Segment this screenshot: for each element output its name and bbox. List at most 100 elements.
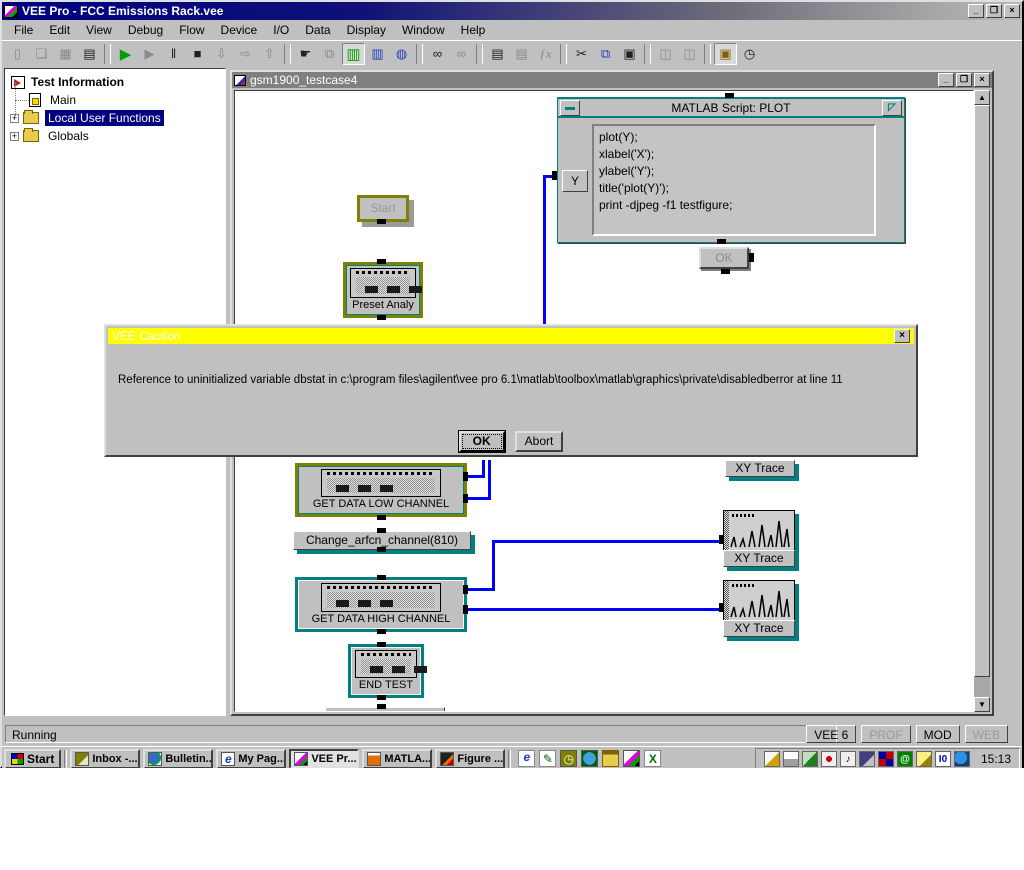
child-titlebar[interactable]: gsm1900_testcase4 _ ❐ × <box>232 72 992 88</box>
expand-userobject-icon[interactable]: ◫ <box>678 43 701 65</box>
pan-hand-icon[interactable]: ☛ <box>294 43 317 65</box>
show-terminals-icon[interactable]: ▥ <box>342 43 365 65</box>
internet-explorer-icon[interactable] <box>518 750 535 767</box>
xy-trace-object[interactable]: XY Trace <box>723 510 795 567</box>
resume-icon[interactable]: ▶ <box>138 43 161 65</box>
clone-icon[interactable]: ⧉ <box>318 43 341 65</box>
start-object[interactable]: Start <box>357 195 409 222</box>
save-icon[interactable]: ▦ <box>54 43 77 65</box>
scheduler-icon[interactable]: ◷ <box>560 750 577 767</box>
add-terminal-icon[interactable]: ▥ <box>366 43 389 65</box>
volume-icon[interactable]: ♪ <box>840 751 856 767</box>
pause-icon[interactable]: ‖ <box>162 43 185 65</box>
scroll-up-icon[interactable]: ▲ <box>974 90 990 105</box>
globe-icon[interactable] <box>581 750 598 767</box>
matlab-script-titlebar[interactable]: ▬ MATLAB Script: PLOT ◸ <box>558 98 904 118</box>
preset-analy-object[interactable]: Preset Analy <box>343 262 423 318</box>
copy-icon[interactable]: ⧉ <box>594 43 617 65</box>
close-button[interactable]: × <box>1004 4 1020 18</box>
taskbar-clock[interactable]: 15:13 <box>981 752 1011 766</box>
excel-icon[interactable]: X <box>644 750 661 767</box>
menu-display[interactable]: Display <box>339 21 394 39</box>
menu-window[interactable]: Window <box>394 21 453 39</box>
properties-icon[interactable]: ▤ <box>486 43 509 65</box>
at-messenger-icon[interactable]: @ <box>897 751 913 767</box>
menu-flow[interactable]: Flow <box>171 21 212 39</box>
web-globe-icon[interactable]: ◍ <box>390 43 413 65</box>
menu-data[interactable]: Data <box>297 21 338 39</box>
menu-device[interactable]: Device <box>213 21 266 39</box>
get-data-high-channel-object[interactable]: GET DATA HIGH CHANNEL <box>295 577 467 632</box>
scroll-down-icon[interactable]: ▼ <box>974 697 990 712</box>
xy-trace-object[interactable]: XY Trace <box>723 580 795 637</box>
folder-shortcut-icon[interactable] <box>602 750 619 767</box>
modem-icon[interactable] <box>916 751 932 767</box>
caution-close-icon[interactable]: × <box>894 329 910 343</box>
pen-tablet-icon[interactable] <box>802 751 818 767</box>
network-icon[interactable] <box>821 751 837 767</box>
display-settings-icon[interactable] <box>859 751 875 767</box>
timer-icon[interactable]: ◷ <box>738 43 761 65</box>
scrollbar-thumb[interactable] <box>974 105 990 677</box>
main-titlebar[interactable]: VEE Pro - FCC Emissions Rack.vee _ ❐ × <box>2 2 1022 20</box>
task-vee-pro-active[interactable]: VEE Pr... <box>289 749 359 769</box>
cut-icon[interactable]: ✂ <box>570 43 593 65</box>
task-figure[interactable]: Figure ... <box>435 749 505 769</box>
menu-debug[interactable]: Debug <box>120 21 171 39</box>
menu-file[interactable]: File <box>6 21 41 39</box>
menu-edit[interactable]: Edit <box>41 21 78 39</box>
expand-plus-icon[interactable]: + <box>10 132 19 141</box>
menu-view[interactable]: View <box>78 21 120 39</box>
internet-connection-icon[interactable] <box>954 751 970 767</box>
tree-item-main[interactable]: Main <box>5 91 225 109</box>
print-icon[interactable]: ▤ <box>78 43 101 65</box>
menu-io[interactable]: I/O <box>265 21 297 39</box>
paste-icon[interactable]: ▣ <box>618 43 641 65</box>
object-maximize-icon[interactable]: ◸ <box>882 100 902 116</box>
mouse-settings-icon[interactable] <box>783 751 799 767</box>
step-over-icon[interactable]: ⇨ <box>234 43 257 65</box>
find-icon[interactable]: ∞ <box>426 43 449 65</box>
start-button[interactable]: Start <box>4 749 61 769</box>
stop-icon[interactable]: ■ <box>186 43 209 65</box>
function-math-icon[interactable]: ƒx <box>534 43 557 65</box>
input-terminal-y[interactable]: Y <box>562 170 588 192</box>
ok-confirm-object[interactable]: OK <box>699 247 749 269</box>
vee-shortcut-icon[interactable] <box>623 750 640 767</box>
antivirus-shield-icon[interactable] <box>878 751 894 767</box>
matlab-script-object[interactable]: ▬ MATLAB Script: PLOT ◸ Y plot(Y);xlabel… <box>557 97 905 243</box>
caution-ok-button[interactable]: OK <box>459 431 505 452</box>
tree-root-row[interactable]: Test Information <box>5 69 225 91</box>
end-test-object[interactable]: END TEST <box>348 644 424 698</box>
caution-titlebar[interactable]: VEE Caution × <box>108 328 914 344</box>
child-minimize-button[interactable]: _ <box>938 73 954 87</box>
minimize-button[interactable]: _ <box>968 4 984 18</box>
tree-item-local-user-functions[interactable]: + Local User Functions <box>5 109 225 127</box>
matlab-code-editor[interactable]: plot(Y);xlabel('X');ylabel('Y');title('p… <box>592 124 876 236</box>
child-close-button[interactable]: × <box>974 73 990 87</box>
tree-item-globals[interactable]: + Globals <box>5 127 225 145</box>
caution-abort-button[interactable]: Abort <box>515 431 564 452</box>
step-out-icon[interactable]: ⇧ <box>258 43 281 65</box>
task-bulletin[interactable]: Bulletin... <box>143 749 213 769</box>
child-restore-button[interactable]: ❐ <box>956 73 972 87</box>
task-mypage[interactable]: My Pag... <box>216 749 286 769</box>
create-userobject-icon[interactable]: ◫ <box>654 43 677 65</box>
find-next-icon[interactable]: ∞ <box>450 43 473 65</box>
step-into-icon[interactable]: ⇩ <box>210 43 233 65</box>
restore-button[interactable]: ❐ <box>986 4 1002 18</box>
io-utility-icon[interactable]: I0 <box>935 751 951 767</box>
security-key-icon[interactable] <box>764 751 780 767</box>
new-icon[interactable]: ▯ <box>6 43 29 65</box>
open-icon[interactable]: ❏ <box>30 43 53 65</box>
object-minimize-icon[interactable]: ▬ <box>560 100 580 116</box>
run-icon[interactable]: ▶ <box>114 43 137 65</box>
task-matlab[interactable]: MATLA... <box>362 749 432 769</box>
canvas-vertical-scrollbar[interactable]: ▲ ▼ <box>974 90 990 712</box>
task-inbox[interactable]: Inbox -... <box>70 749 140 769</box>
get-data-low-channel-object[interactable]: GET DATA LOW CHANNEL <box>295 463 467 517</box>
xy-trace-object[interactable]: XY Trace <box>725 460 795 477</box>
image-editor-icon[interactable]: ✎ <box>539 750 556 767</box>
panel-view-icon[interactable]: ▣ <box>714 43 737 65</box>
menu-help[interactable]: Help <box>453 21 494 39</box>
